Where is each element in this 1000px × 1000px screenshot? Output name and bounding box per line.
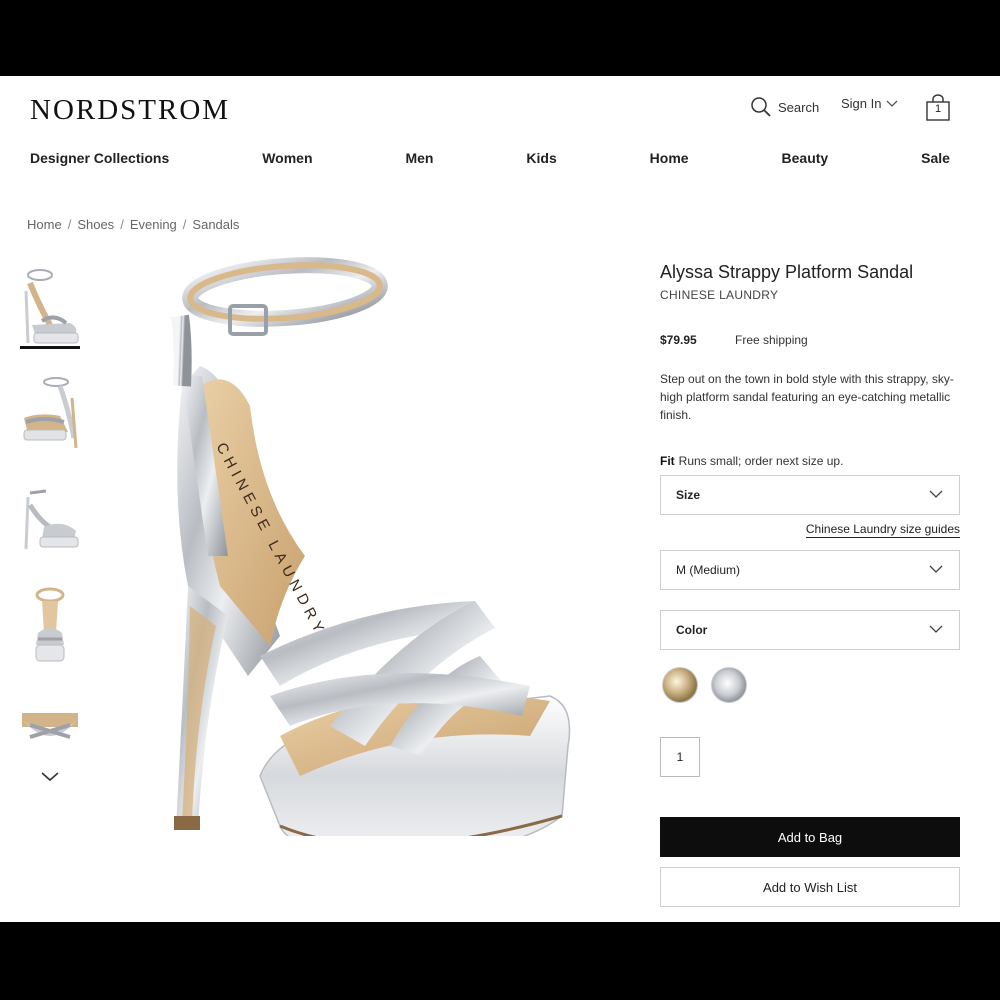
nav-sale[interactable]: Sale <box>921 150 950 166</box>
shipping-info: Free shipping <box>735 333 808 347</box>
quantity-input[interactable]: 1 <box>660 737 700 777</box>
breadcrumb-home[interactable]: Home <box>27 217 62 232</box>
breadcrumb-sandals[interactable]: Sandals <box>192 217 239 232</box>
bag-count: 1 <box>934 103 942 115</box>
nav-kids[interactable]: Kids <box>526 150 556 166</box>
breadcrumb-separator: / <box>67 217 72 232</box>
nav-designer-collections[interactable]: Designer Collections <box>30 150 169 166</box>
thumbnail-1[interactable] <box>20 261 80 349</box>
product-title: Alyssa Strappy Platform Sandal <box>660 262 914 282</box>
size-select-label: Size <box>676 488 701 502</box>
nav-men[interactable]: Men <box>405 150 433 166</box>
thumbnail-4[interactable] <box>20 581 80 669</box>
shopping-bag-button[interactable]: 1 <box>924 94 952 122</box>
thumbnail-2[interactable] <box>20 366 80 454</box>
color-select-label: Color <box>676 623 708 637</box>
thumbnail-scroll-down-button[interactable] <box>38 769 62 789</box>
sandal-front-thumbnail <box>35 587 65 662</box>
nav-home[interactable]: Home <box>650 150 689 166</box>
sign-in-label: Sign In <box>841 96 882 111</box>
search-icon <box>751 97 771 117</box>
color-swatch-silver[interactable] <box>711 667 747 703</box>
fit-note: Fit Runs small; order next size up. <box>660 454 843 468</box>
sandal-side-view-thumbnail <box>24 489 79 550</box>
width-select[interactable]: M (Medium) <box>660 550 960 590</box>
breadcrumb-evening[interactable]: Evening <box>130 217 177 232</box>
thumbnail-5[interactable] <box>20 689 80 777</box>
product-brand[interactable]: CHINESE LAUNDRY <box>660 288 778 302</box>
add-to-bag-button[interactable]: Add to Bag <box>660 817 960 857</box>
nav-beauty[interactable]: Beauty <box>782 150 829 166</box>
fit-text: Runs small; order next size up. <box>678 454 844 468</box>
main-product-image[interactable]: CHINESE LAUNDRY <box>130 256 600 857</box>
color-swatch-gold[interactable] <box>662 667 698 703</box>
chevron-down-icon <box>929 565 943 573</box>
width-select-value: M (Medium) <box>676 563 741 577</box>
sandal-back-thumbnail <box>23 377 78 449</box>
sandal-side-thumbnail <box>24 269 79 344</box>
chevron-down-icon <box>887 100 898 107</box>
sandal-top-thumbnail <box>22 713 78 739</box>
nav-women[interactable]: Women <box>262 150 312 166</box>
size-select[interactable]: Size <box>660 475 960 515</box>
chevron-down-icon <box>929 490 943 498</box>
breadcrumb-separator: / <box>182 217 187 232</box>
product-description: Step out on the town in bold style with … <box>660 372 954 422</box>
search-button[interactable]: Search <box>750 96 819 118</box>
sandal-illustration: CHINESE LAUNDRY <box>171 257 571 857</box>
product-page: NORDSTROM Search Sign In 1 Designer Coll… <box>0 76 1000 922</box>
chevron-down-icon <box>41 772 59 782</box>
sign-in-button[interactable]: Sign In <box>841 96 898 111</box>
add-to-wish-list-button[interactable]: Add to Wish List <box>660 867 960 907</box>
nordstrom-logo[interactable]: NORDSTROM <box>30 94 230 127</box>
color-select[interactable]: Color <box>660 610 960 650</box>
search-label: Search <box>778 99 820 115</box>
breadcrumb-separator: / <box>120 217 124 232</box>
product-price: $79.95 <box>660 333 697 347</box>
breadcrumb-shoes[interactable]: Shoes <box>77 217 114 232</box>
main-nav: Designer Collections Women Men Kids Home… <box>30 150 950 166</box>
fit-label: Fit <box>660 454 675 468</box>
chevron-down-icon <box>929 625 943 633</box>
thumbnail-3[interactable] <box>20 473 80 561</box>
size-guide-link[interactable]: Chinese Laundry size guides <box>805 522 960 538</box>
breadcrumb: Home / Shoes / Evening / Sandals <box>27 217 239 232</box>
